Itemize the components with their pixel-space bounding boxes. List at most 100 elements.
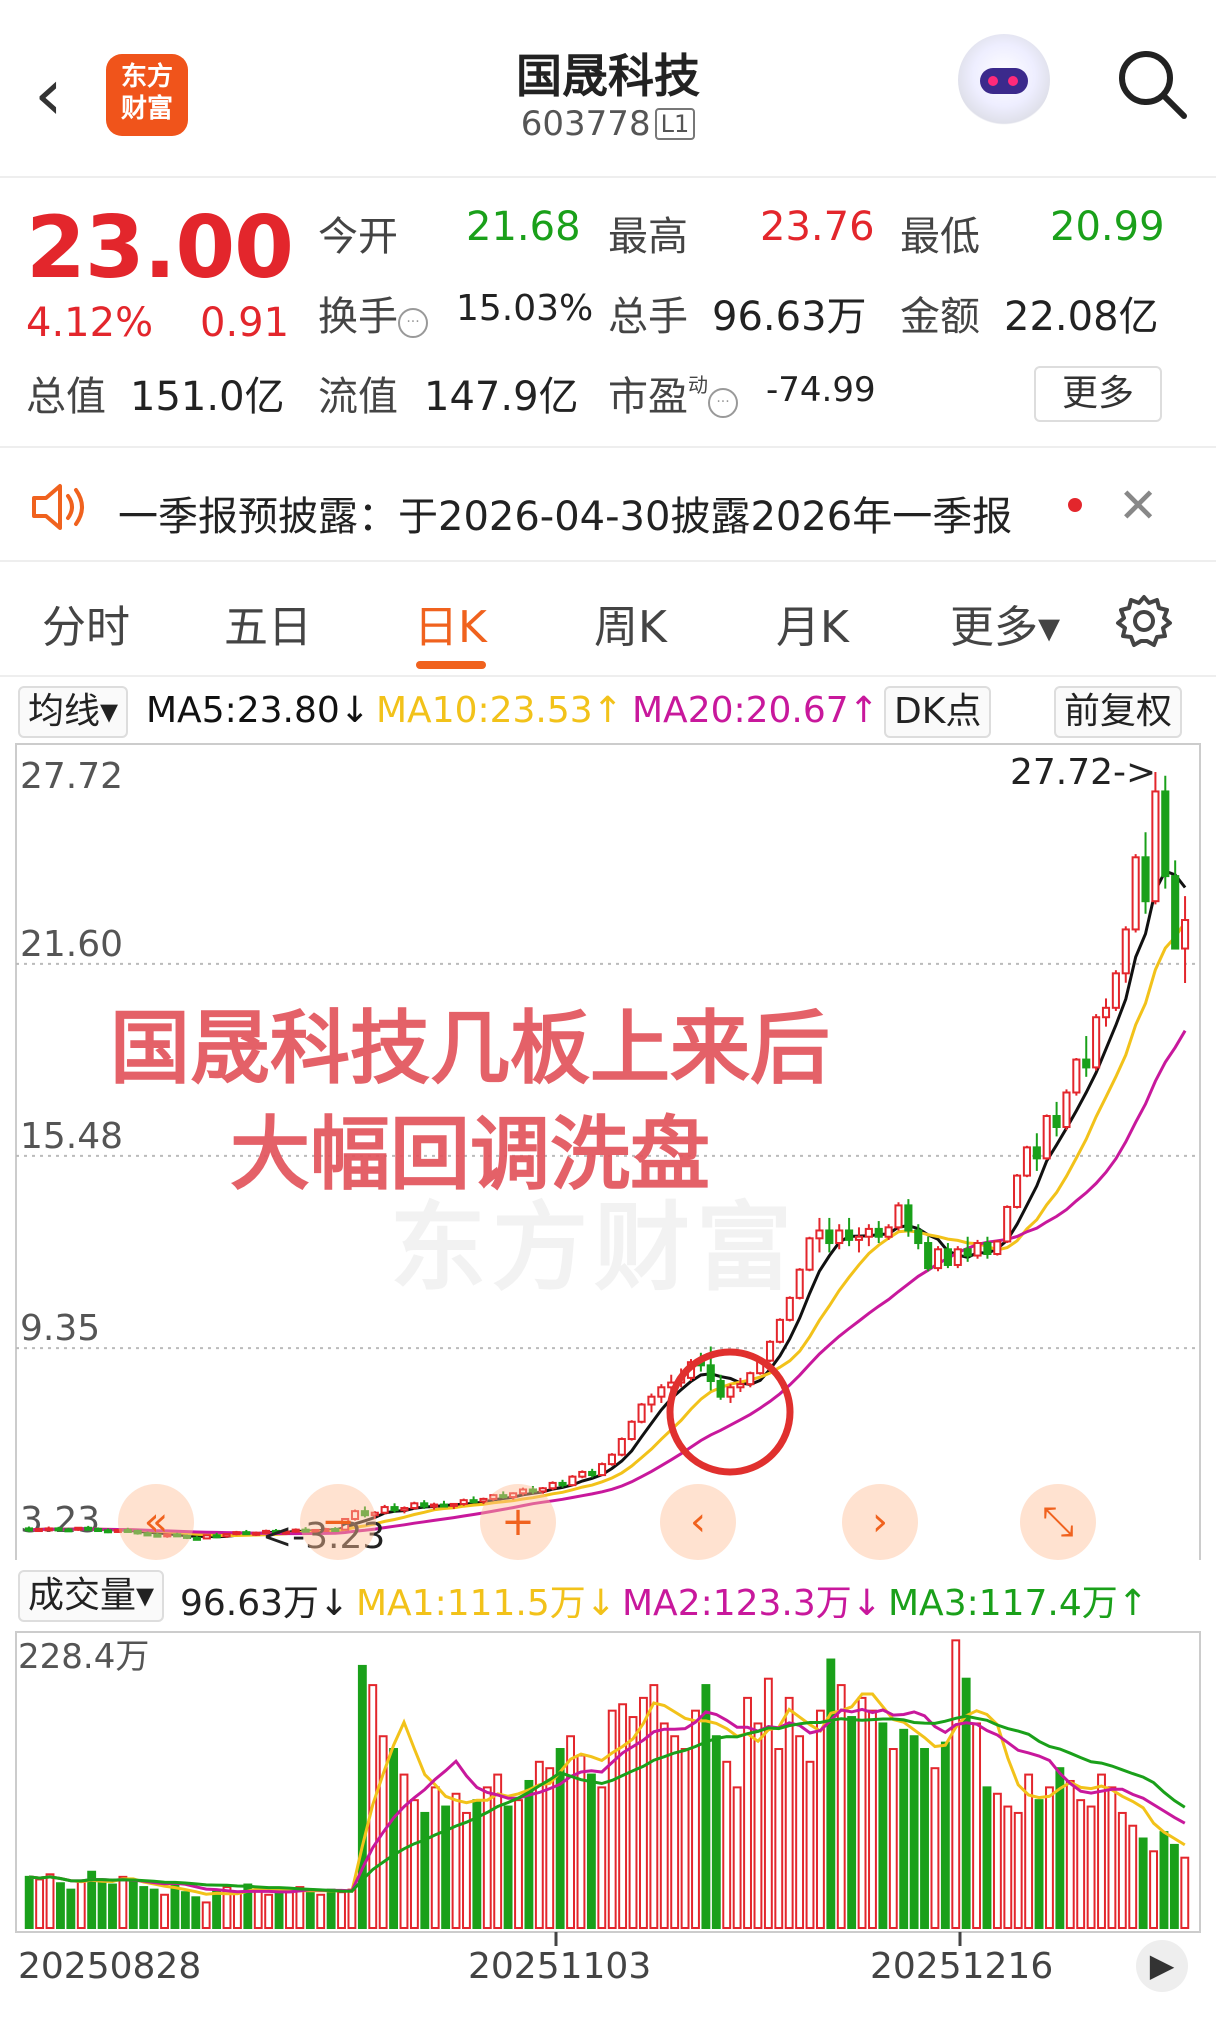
volume-bar (316, 1893, 326, 1929)
volume-bar (878, 1722, 888, 1929)
volume-bar (566, 1735, 575, 1930)
volume-bar (503, 1805, 513, 1929)
volume-bar (305, 1888, 315, 1930)
volume-bar (1086, 1805, 1096, 1929)
volume-bar (607, 1709, 617, 1929)
volume-bar (659, 1722, 669, 1929)
volume-bar (649, 1684, 659, 1929)
volume-bar (180, 1891, 190, 1929)
volume-bar (732, 1786, 742, 1929)
volume-bar (909, 1735, 919, 1930)
volume-bar (1003, 1805, 1013, 1929)
volume-bar (670, 1735, 680, 1930)
volume-bar (1024, 1773, 1034, 1930)
volume-bar (847, 1716, 857, 1930)
volume-bar (618, 1703, 628, 1929)
volume-bar (992, 1792, 1002, 1930)
volume-bar (191, 1896, 201, 1930)
volume-bar (357, 1664, 367, 1929)
volume-bar (389, 1748, 399, 1929)
volume-bar (139, 1886, 149, 1930)
volume-bar (972, 1722, 982, 1929)
volume-bar (409, 1799, 419, 1930)
volume-bar (24, 1875, 34, 1930)
volume-bar (149, 1888, 159, 1930)
volume-bar (45, 1873, 55, 1929)
volume-bar (691, 1709, 700, 1929)
date-label-2: 20251103 (468, 1946, 652, 1987)
volume-bar (160, 1893, 169, 1929)
volume-bar (1013, 1811, 1023, 1930)
volume-bar (285, 1891, 294, 1929)
volume-bar (930, 1767, 940, 1929)
volume-bar (253, 1888, 263, 1930)
volume-bar (56, 1882, 65, 1929)
volume-bar (586, 1773, 596, 1930)
volume-bar (232, 1891, 242, 1929)
volume-bar (940, 1741, 950, 1929)
volume-bar (170, 1883, 180, 1929)
volume-bar (35, 1878, 45, 1930)
volume-bar (784, 1696, 794, 1930)
volume-bar (1076, 1799, 1086, 1930)
volume-bar (597, 1786, 607, 1929)
volume-bar (1117, 1811, 1127, 1930)
volume-bar (274, 1888, 284, 1930)
volume-bar (1065, 1779, 1075, 1929)
volume-bar (753, 1722, 763, 1929)
date-axis (554, 1932, 962, 1946)
volume-bar (920, 1748, 929, 1929)
volume-bar (888, 1748, 898, 1929)
volume-bar (462, 1811, 471, 1930)
volume-bar (347, 1888, 357, 1930)
volume-bar (482, 1786, 492, 1929)
volume-bar (763, 1677, 773, 1930)
volume-bar (66, 1888, 76, 1930)
volume-bar (1159, 1831, 1169, 1930)
volume-bar (899, 1728, 909, 1929)
volume-bar (545, 1767, 555, 1929)
volume-bar (805, 1760, 815, 1929)
volume-bar (1180, 1856, 1190, 1930)
volume-bar (951, 1639, 961, 1930)
volume-bar (836, 1684, 846, 1929)
volume-bar (639, 1696, 648, 1930)
volume-bar (326, 1888, 336, 1930)
volume-bar (97, 1878, 107, 1930)
volume-bar (1034, 1799, 1044, 1930)
volume-bar (857, 1696, 867, 1930)
volume-bar (1128, 1824, 1138, 1929)
volume-bar (1107, 1786, 1117, 1929)
volume-bar (108, 1883, 117, 1929)
volume-bar (722, 1760, 732, 1929)
volume-bar (295, 1886, 305, 1930)
volume-bar (1169, 1843, 1179, 1929)
volume-bar (1149, 1850, 1158, 1930)
volume-bar (826, 1658, 836, 1930)
volume-bar (337, 1891, 346, 1929)
volume-bar (76, 1880, 86, 1929)
volume-bar (430, 1786, 440, 1929)
volume-bar (264, 1893, 274, 1929)
volume-bar (212, 1888, 222, 1930)
volume-bar (118, 1875, 128, 1930)
volume-bar (868, 1709, 877, 1929)
volume-bar (493, 1773, 503, 1930)
volume-bar (514, 1799, 523, 1930)
volume-bar (441, 1805, 451, 1929)
volume-bar (711, 1735, 721, 1930)
date-label-1: 20250828 (18, 1946, 202, 1987)
volume-bar (128, 1880, 138, 1929)
volume-bar (1097, 1773, 1106, 1930)
volume-bar (1045, 1786, 1054, 1929)
volume-bar (680, 1748, 690, 1929)
volume-bar (774, 1748, 784, 1929)
volume-bar (815, 1709, 825, 1929)
date-label-3: 20251216 (870, 1946, 1054, 1987)
scroll-right-icon[interactable]: ▶ (1136, 1940, 1188, 1992)
volume-bar (420, 1811, 430, 1930)
volume-bar (982, 1786, 992, 1929)
volume-bar (524, 1779, 534, 1929)
volume-max-label: 228.4万 (18, 1637, 149, 1677)
volume-chart[interactable]: 228.4万 (0, 0, 1216, 2020)
